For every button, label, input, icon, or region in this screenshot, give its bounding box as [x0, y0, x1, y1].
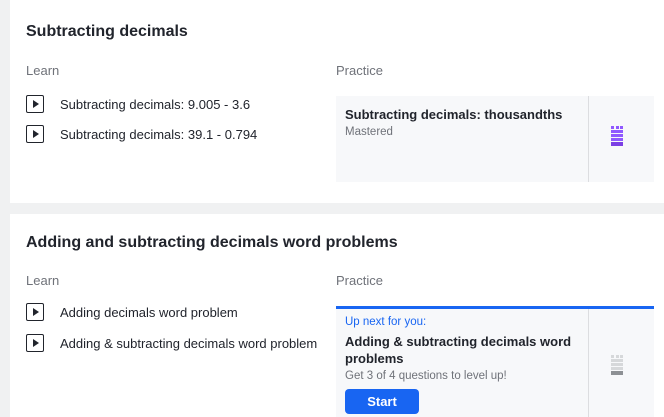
play-icon: [26, 125, 44, 143]
practice-card-up-next[interactable]: Up next for you: Adding & subtracting de…: [336, 306, 654, 417]
video-label: Subtracting decimals: 39.1 - 0.794: [60, 126, 258, 142]
start-button[interactable]: Start: [345, 389, 419, 414]
unit-title[interactable]: Subtracting decimals: [26, 23, 188, 41]
practice-title: Subtracting decimals: thousandths: [345, 107, 563, 122]
video-label: Subtracting decimals: 9.005 - 3.6: [60, 96, 251, 112]
unit-card-word-problems: Adding and subtracting decimals word pro…: [10, 214, 664, 417]
not-started-tower-icon: [611, 355, 623, 375]
video-item[interactable]: Subtracting decimals: 39.1 - 0.794: [26, 125, 257, 143]
practice-status: Mastered: [345, 126, 393, 138]
play-icon: [26, 334, 44, 352]
practice-heading: Practice: [336, 63, 383, 78]
learn-heading: Learn: [26, 273, 60, 288]
practice-card[interactable]: Subtracting decimals: thousandths Master…: [336, 96, 654, 182]
video-label: Adding & subtracting decimals word probl…: [60, 335, 318, 351]
learn-heading: Learn: [26, 63, 60, 78]
practice-heading: Practice: [336, 273, 383, 288]
video-label: Adding decimals word problem: [60, 304, 238, 320]
video-item[interactable]: Adding decimals word problem: [26, 303, 238, 321]
unit-card-subtracting-decimals: Subtracting decimals Learn Practice Subt…: [10, 0, 664, 203]
practice-title-line: problems: [345, 351, 404, 366]
play-icon: [26, 303, 44, 321]
practice-divider: [588, 96, 589, 182]
practice-title: Adding & subtracting decimals word probl…: [345, 333, 571, 367]
video-item[interactable]: Subtracting decimals: 9.005 - 3.6: [26, 95, 250, 113]
unit-title[interactable]: Adding and subtracting decimals word pro…: [26, 234, 398, 252]
video-item[interactable]: Adding & subtracting decimals word probl…: [26, 334, 317, 352]
practice-title-line: Adding & subtracting decimals word: [345, 334, 572, 349]
play-icon: [26, 95, 44, 113]
practice-subtitle: Get 3 of 4 questions to level up!: [345, 370, 507, 382]
mastered-tower-icon: [611, 126, 623, 146]
up-next-label: Up next for you:: [345, 316, 427, 328]
practice-divider: [588, 309, 589, 417]
